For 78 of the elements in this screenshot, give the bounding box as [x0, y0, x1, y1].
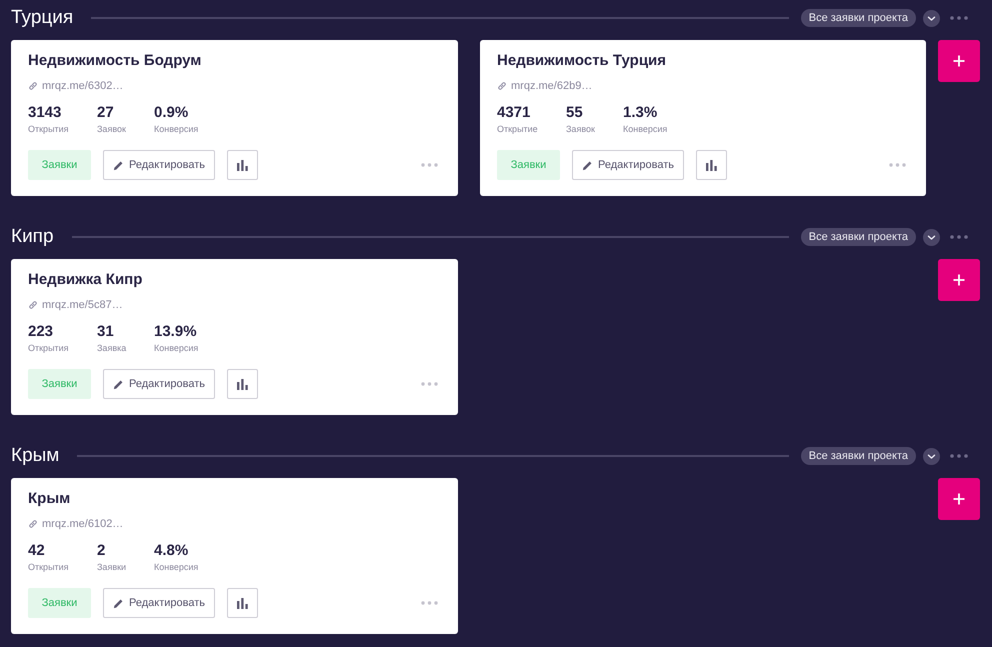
- edit-button[interactable]: Редактировать: [103, 369, 215, 399]
- leads-button[interactable]: Заявки: [28, 369, 91, 399]
- stat-label: Конверсия: [154, 123, 198, 135]
- more-icon[interactable]: [950, 235, 968, 239]
- stat-value: 4.8%: [154, 542, 188, 560]
- section-title: Крым: [11, 444, 60, 468]
- stat-value: 42: [28, 542, 45, 560]
- stat-label: Открытия: [28, 561, 69, 573]
- stat-label: Конверсия: [154, 561, 198, 573]
- project-link[interactable]: mrqz.me/6302…: [42, 80, 124, 92]
- stat-label: Открытие: [497, 123, 538, 135]
- all-leads-button[interactable]: Все заявки проекта: [800, 228, 916, 246]
- pencil-icon: [582, 160, 593, 170]
- stat-label: Открытия: [28, 342, 69, 354]
- leads-button[interactable]: Заявки: [28, 588, 91, 618]
- edit-button[interactable]: Редактировать: [103, 588, 215, 618]
- plus-icon: [953, 493, 965, 505]
- leads-button[interactable]: Заявки: [28, 150, 91, 180]
- bar-chart-icon: [237, 598, 248, 608]
- stat-value: 2: [97, 542, 106, 560]
- section-title: Турция: [11, 6, 74, 30]
- all-leads-button[interactable]: Все заявки проекта: [800, 447, 916, 465]
- stats-button[interactable]: [227, 588, 258, 618]
- stat-label: Открытия: [28, 123, 69, 135]
- stat-label: Заявки: [97, 561, 126, 573]
- more-icon[interactable]: [889, 163, 906, 167]
- add-button[interactable]: [938, 478, 980, 520]
- more-icon[interactable]: [950, 454, 968, 458]
- link-icon: [28, 300, 38, 310]
- pencil-icon: [113, 160, 124, 170]
- edit-button[interactable]: Редактировать: [103, 150, 215, 180]
- stat-value: 0.9%: [154, 104, 188, 122]
- link-icon: [28, 81, 38, 91]
- plus-icon: [953, 55, 965, 67]
- stats-button[interactable]: [227, 369, 258, 399]
- project-title: Недвижка Кипр: [28, 270, 144, 290]
- bar-chart-icon: [237, 378, 248, 390]
- project-link[interactable]: mrqz.me/62b9…: [511, 80, 592, 92]
- stat-value: 223: [28, 323, 54, 341]
- stat-value: 55: [566, 104, 583, 122]
- more-icon[interactable]: [421, 163, 438, 167]
- more-icon[interactable]: [421, 601, 438, 605]
- add-button[interactable]: [938, 259, 980, 301]
- stat-value: 3143: [28, 104, 62, 122]
- plus-icon: [953, 274, 965, 286]
- bar-chart-icon: [706, 160, 717, 170]
- stat-label: Заявок: [566, 123, 595, 135]
- stat-label: Конверсия: [623, 123, 668, 135]
- pencil-icon: [113, 598, 124, 608]
- project-title: Недвижимость Турция: [497, 51, 668, 71]
- pencil-icon: [113, 378, 124, 390]
- project-link[interactable]: mrqz.me/6102…: [42, 518, 124, 530]
- project-title: Крым: [28, 489, 72, 509]
- stat-value: 27: [97, 104, 114, 122]
- stat-label: Заявок: [97, 123, 126, 135]
- stat-value: 4371: [497, 104, 530, 122]
- stats-button[interactable]: [227, 150, 258, 180]
- add-button[interactable]: [938, 40, 980, 82]
- stat-value: 13.9%: [154, 323, 197, 341]
- section-title: Кипр: [11, 225, 54, 249]
- project-link[interactable]: mrqz.me/5c87…: [42, 299, 123, 311]
- more-icon[interactable]: [421, 382, 438, 386]
- chevron-down-icon[interactable]: [923, 448, 940, 464]
- chevron-down-icon[interactable]: [923, 228, 940, 246]
- edit-button[interactable]: Редактировать: [572, 150, 684, 180]
- project-title: Недвижимость Бодрум: [28, 51, 202, 71]
- leads-button[interactable]: Заявки: [497, 150, 560, 180]
- stat-label: Конверсия: [154, 342, 198, 354]
- chevron-down-icon[interactable]: [923, 10, 940, 26]
- bar-chart-icon: [237, 160, 248, 170]
- all-leads-button[interactable]: Все заявки проекта: [800, 9, 916, 27]
- stat-label: Заявка: [97, 342, 126, 354]
- link-icon: [28, 519, 38, 529]
- stats-button[interactable]: [696, 150, 727, 180]
- link-icon: [497, 81, 507, 91]
- stat-value: 31: [97, 323, 114, 341]
- stat-value: 1.3%: [623, 104, 658, 122]
- more-icon[interactable]: [950, 16, 968, 20]
